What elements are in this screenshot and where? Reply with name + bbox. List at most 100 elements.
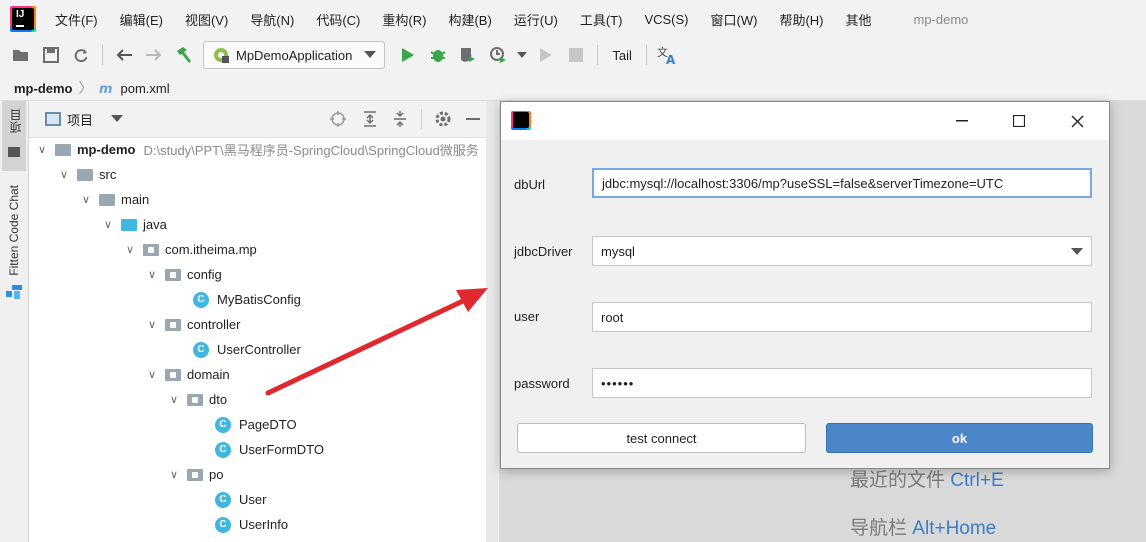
menu-refactor[interactable]: 重构(R) <box>371 10 437 29</box>
project-view-icon <box>45 112 61 126</box>
tree-label: com.itheima.mp <box>165 242 257 257</box>
breadcrumb: mp-demo 〉 m pom.xml <box>0 76 1146 101</box>
menu-tools[interactable]: 工具(T) <box>569 10 634 29</box>
tail-button[interactable]: Tail <box>612 48 632 63</box>
java-class-icon: C <box>193 291 209 308</box>
run-configuration-select[interactable]: MpDemoApplication <box>203 41 386 69</box>
tree-row-java[interactable]: ∨ java <box>101 212 167 237</box>
coverage-icon[interactable] <box>455 42 481 68</box>
forward-arrow-icon[interactable] <box>141 42 167 68</box>
menu-window[interactable]: 窗口(W) <box>700 10 769 29</box>
ok-button[interactable]: ok <box>826 423 1093 453</box>
maximize-window-button[interactable] <box>991 102 1047 140</box>
tree-row-root[interactable]: ∨ mp-demo D:\study\PPT\黑马程序员-SpringCloud… <box>35 137 479 162</box>
collapse-all-icon[interactable] <box>391 110 409 128</box>
locate-target-icon[interactable] <box>329 110 347 128</box>
open-folder-icon[interactable] <box>8 42 34 68</box>
tree-label: java <box>143 217 167 232</box>
svg-text:m: m <box>99 82 113 94</box>
chevron-down-icon[interactable]: ∨ <box>79 193 93 206</box>
chevron-down-icon[interactable]: ∨ <box>167 468 181 481</box>
tree-row-userinfo[interactable]: C UserInfo <box>215 512 288 537</box>
tree-label: User <box>239 492 267 507</box>
run-icon[interactable] <box>395 42 421 68</box>
panel-divider <box>421 109 423 129</box>
chevron-down-icon[interactable]: ∨ <box>101 218 115 231</box>
menu-navigate[interactable]: 导航(N) <box>239 10 305 29</box>
menu-build[interactable]: 构建(B) <box>437 10 502 29</box>
save-icon[interactable] <box>38 42 64 68</box>
password-input[interactable]: •••••• <box>592 368 1092 398</box>
hint-shortcut: Alt+Home <box>912 518 997 539</box>
menu-vcs[interactable]: VCS(S) <box>633 12 699 27</box>
java-class-icon: C <box>215 416 231 433</box>
tree-label: domain <box>187 367 230 382</box>
root-project-path: D:\study\PPT\黑马程序员-SpringCloud\SpringClo… <box>143 143 479 158</box>
tree-row-config[interactable]: ∨ config <box>145 262 222 287</box>
back-arrow-icon[interactable] <box>111 42 137 68</box>
profiler-icon[interactable] <box>485 42 511 68</box>
menu-file[interactable]: 文件(F) <box>44 10 109 29</box>
intellij-logo-icon: IJ <box>12 8 34 30</box>
chevron-down-icon[interactable]: ∨ <box>35 143 49 156</box>
menu-bar: IJ 文件(F) 编辑(E) 视图(V) 导航(N) 代码(C) 重构(R) 构… <box>0 0 1146 38</box>
chevron-down-icon[interactable]: ∨ <box>123 243 137 256</box>
sync-icon[interactable] <box>68 42 94 68</box>
java-class-icon: C <box>215 441 231 458</box>
dburl-input[interactable]: jdbc:mysql://localhost:3306/mp?useSSL=fa… <box>592 168 1092 198</box>
gear-icon[interactable] <box>434 110 452 128</box>
intellij-logo-icon <box>513 112 529 128</box>
source-folder-icon <box>121 218 137 231</box>
tree-label: src <box>99 167 117 182</box>
chevron-down-icon[interactable]: ∨ <box>145 368 159 381</box>
tree-row-user[interactable]: C User <box>215 487 266 512</box>
fitten-code-chat-tab[interactable]: Fitten Code Chat <box>2 181 26 301</box>
chevron-down-icon[interactable]: ∨ <box>145 268 159 281</box>
hint-shortcut: Ctrl+E <box>950 470 1004 491</box>
java-class-icon: C <box>215 491 231 508</box>
translate-icon[interactable]: 文A <box>655 42 681 68</box>
tree-label: controller <box>187 317 241 332</box>
chevron-down-icon[interactable]: ∨ <box>145 318 159 331</box>
debug-bug-icon[interactable] <box>425 42 451 68</box>
tree-row-domain[interactable]: ∨ domain <box>145 362 230 387</box>
menu-other[interactable]: 其他 <box>834 10 882 29</box>
test-connect-button[interactable]: test connect <box>517 423 806 453</box>
menu-run[interactable]: 运行(U) <box>503 10 569 29</box>
minimize-window-button[interactable] <box>934 102 990 140</box>
more-run-chevron-icon[interactable] <box>515 42 529 68</box>
tree-row-src[interactable]: ∨ src <box>57 162 116 187</box>
tree-row-pagedto[interactable]: C PageDTO <box>215 412 297 437</box>
close-window-button[interactable] <box>1049 102 1105 140</box>
tree-label: UserFormDTO <box>239 442 324 457</box>
dialog-title-bar[interactable] <box>501 102 1109 140</box>
toolbar-divider <box>102 45 103 65</box>
tree-label: config <box>187 267 222 282</box>
chevron-down-icon[interactable]: ∨ <box>57 168 71 181</box>
jdbc-driver-select[interactable]: mysql <box>592 236 1092 266</box>
tree-row-package-root[interactable]: ∨ com.itheima.mp <box>123 237 257 262</box>
tree-row-userformdto[interactable]: C UserFormDTO <box>215 437 324 462</box>
chevron-down-icon[interactable] <box>111 115 124 123</box>
project-tool-tab[interactable]: 项目 <box>2 101 26 171</box>
menu-help[interactable]: 帮助(H) <box>768 10 834 29</box>
tree-row-controller[interactable]: ∨ controller <box>145 312 241 337</box>
tree-row-po[interactable]: ∨ po <box>167 462 224 487</box>
breadcrumb-file[interactable]: pom.xml <box>121 81 170 96</box>
project-panel-title[interactable]: 项目 <box>67 110 93 129</box>
expand-all-icon[interactable] <box>361 110 379 128</box>
tree-label: PageDTO <box>239 417 297 432</box>
tree-row-dto[interactable]: ∨ dto <box>167 387 227 412</box>
package-icon <box>187 468 203 481</box>
window-project-title: mp-demo <box>913 11 969 27</box>
folder-icon <box>8 147 20 157</box>
menu-code[interactable]: 代码(C) <box>305 10 371 29</box>
build-hammer-icon[interactable] <box>171 42 197 68</box>
tree-row-main[interactable]: ∨ main <box>79 187 149 212</box>
menu-edit[interactable]: 编辑(E) <box>109 10 174 29</box>
menu-view[interactable]: 视图(V) <box>174 10 239 29</box>
minimize-panel-icon[interactable] <box>466 117 481 121</box>
breadcrumb-project[interactable]: mp-demo <box>14 81 73 96</box>
chevron-down-icon[interactable]: ∨ <box>167 393 181 406</box>
user-input[interactable]: root <box>592 302 1092 332</box>
